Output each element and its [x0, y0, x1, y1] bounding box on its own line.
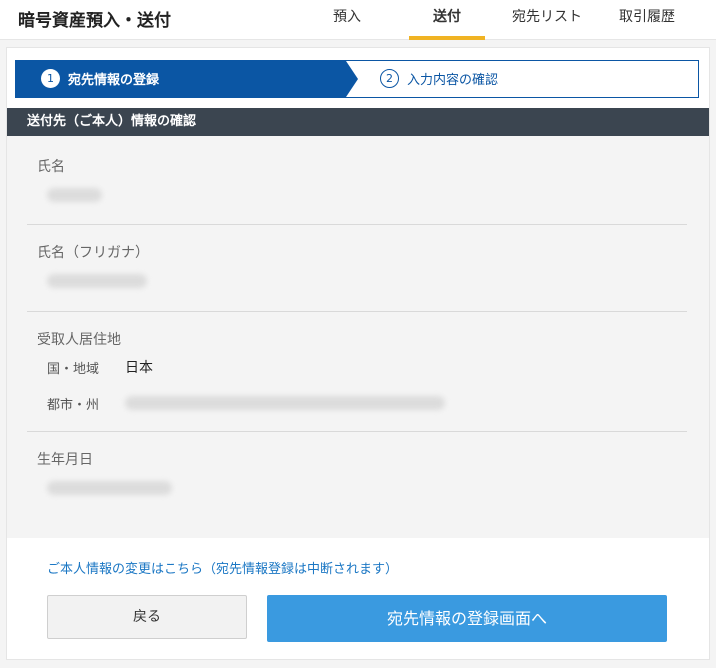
tab-deposit[interactable]: 預入: [320, 0, 374, 40]
step-arrow: [346, 61, 358, 97]
step-number-1: 1: [41, 69, 60, 88]
stepper: 1 宛先情報の登録 2 入力内容の確認: [15, 60, 699, 98]
top-bar: 暗号資産預入・送付 預入 送付 宛先リスト 取引履歴: [0, 0, 716, 40]
divider: [27, 311, 687, 312]
state-label: 都市・州: [47, 398, 100, 413]
divider: [27, 431, 687, 432]
step-label-2: 入力内容の確認: [407, 73, 499, 88]
kana-value-redacted: [47, 274, 147, 288]
country-value: 日本: [125, 360, 153, 376]
name-value-redacted: [47, 188, 102, 202]
step-number-2: 2: [380, 69, 399, 88]
name-label: 氏名: [37, 159, 65, 175]
tab-address-list[interactable]: 宛先リスト: [500, 0, 594, 40]
section-title: 送付先（ご本人）情報の確認: [7, 108, 709, 136]
country-label: 国・地域: [47, 362, 100, 377]
birthdate-label: 生年月日: [37, 452, 93, 468]
page-title: 暗号資産預入・送付: [18, 11, 171, 31]
step-register: 1 宛先情報の登録: [16, 61, 346, 97]
kana-label: 氏名（フリガナ）: [37, 245, 149, 261]
recipient-info: 氏名 氏名（フリガナ） 受取人居住地 国・地域 日本 都市・州 生年月日: [7, 136, 709, 538]
step-label-1: 宛先情報の登録: [68, 73, 160, 88]
address-label: 受取人居住地: [37, 332, 121, 348]
state-value-redacted: [125, 396, 445, 410]
change-personal-info-link[interactable]: ご本人情報の変更はこちら（宛先情報登録は中断されます）: [47, 558, 398, 577]
birthdate-value-redacted: [47, 481, 172, 495]
divider: [27, 224, 687, 225]
back-button[interactable]: 戻る: [47, 595, 247, 639]
send-card: 1 宛先情報の登録 2 入力内容の確認 送付先（ご本人）情報の確認 氏名 氏名（…: [6, 47, 710, 660]
tab-history[interactable]: 取引履歴: [607, 0, 687, 40]
register-destination-button[interactable]: 宛先情報の登録画面へ: [267, 595, 667, 642]
tab-send[interactable]: 送付: [409, 0, 485, 40]
